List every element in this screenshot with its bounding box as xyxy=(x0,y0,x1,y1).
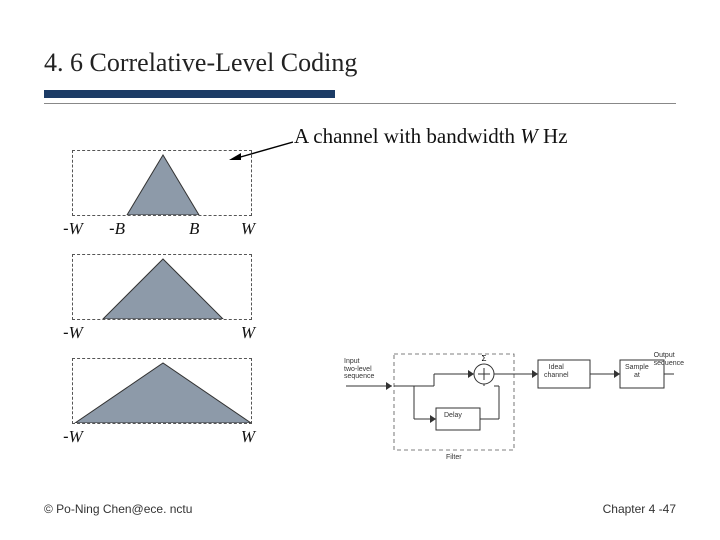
title-accent-bar xyxy=(44,90,335,98)
diagram-sample-label-2: at xyxy=(625,372,649,380)
footer-right: Chapter 4 -47 xyxy=(603,502,676,516)
annotation-var: W xyxy=(520,124,538,148)
footer-left: © Po-Ning Chen@ece. nctu xyxy=(44,502,192,516)
spectrum-panels: -B B -W W -W W xyxy=(72,150,252,462)
title-underline xyxy=(44,85,676,104)
diagram-output-label-1: Output xyxy=(654,352,684,360)
panel1-right-B: B xyxy=(189,219,199,239)
svg-text:Σ: Σ xyxy=(482,354,487,363)
diagram-delay-label: Delay xyxy=(444,412,462,419)
annotation-suffix: Hz xyxy=(538,124,568,148)
diagram-sample-label-1: Sample xyxy=(625,364,649,372)
panel3-left-W: -W xyxy=(63,427,83,447)
triangle-spectrum-1-icon xyxy=(73,149,253,215)
slide-footer: © Po-Ning Chen@ece. nctu Chapter 4 -47 xyxy=(44,502,676,516)
panel1-left-W: -W xyxy=(63,219,83,239)
spectrum-panel-3: -W W xyxy=(72,358,252,424)
panel2-right-W: W xyxy=(241,323,255,343)
panel2-left-W: -W xyxy=(63,323,83,343)
panel3-right-W: W xyxy=(241,427,255,447)
block-diagram: Σ xyxy=(344,346,674,466)
bandwidth-annotation: A channel with bandwidth W Hz xyxy=(294,124,568,149)
diagram-input-label-3: sequence xyxy=(344,373,374,381)
panel1-right-W: W xyxy=(241,219,255,239)
annotation-prefix: A channel with bandwidth xyxy=(294,124,520,148)
diagram-input-label-2: two-level xyxy=(344,366,374,374)
spectrum-panel-1: -B B -W W xyxy=(72,150,252,216)
diagram-ideal-label-2: channel xyxy=(544,372,569,380)
diagram-output-label-2: sequence xyxy=(654,360,684,368)
triangle-spectrum-3-icon xyxy=(73,357,253,423)
diagram-ideal-label-1: Ideal xyxy=(544,364,569,372)
spectrum-panel-2: -W W xyxy=(72,254,252,320)
panel1-left-B: -B xyxy=(109,219,125,239)
slide-title: 4. 6 Correlative-Level Coding xyxy=(44,48,676,78)
diagram-input-label-1: Input xyxy=(344,358,374,366)
diagram-filter-label: Filter xyxy=(446,454,462,461)
content-area: A channel with bandwidth W Hz -B B -W xyxy=(44,118,676,498)
triangle-spectrum-2-icon xyxy=(73,253,253,319)
